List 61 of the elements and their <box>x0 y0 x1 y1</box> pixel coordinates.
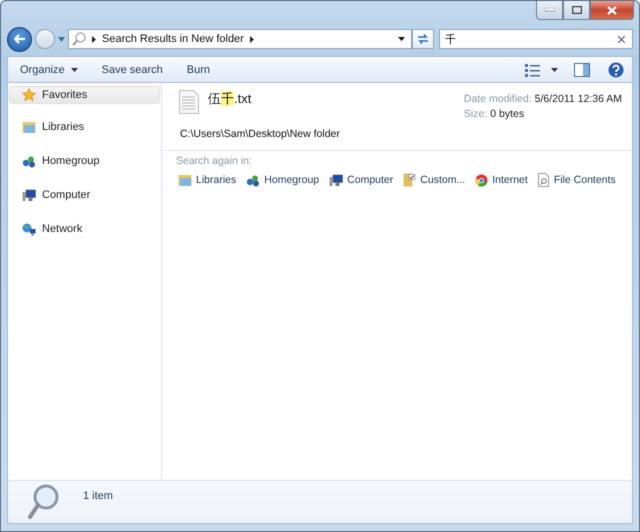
file-name[interactable]: 伍千.txt <box>208 90 455 108</box>
search-icon <box>72 32 86 46</box>
address-bar[interactable]: Search Results in New folder <box>68 29 412 49</box>
toolbar-button[interactable]: Save search <box>96 60 169 78</box>
network-icon <box>22 222 36 236</box>
sidebar-item[interactable]: Homegroup <box>9 152 160 170</box>
maximize-button[interactable] <box>563 1 590 20</box>
sidebar-item[interactable]: Computer <box>9 186 160 204</box>
search-field[interactable]: 千 <box>439 29 633 49</box>
file-path: C:\Users\Sam\Desktop\New folder <box>180 128 341 140</box>
folder-check-icon <box>403 173 416 187</box>
close-button[interactable] <box>590 1 634 20</box>
chevron-icon <box>250 36 254 42</box>
search-location-link[interactable]: Libraries <box>176 173 240 187</box>
computer-icon <box>329 174 344 186</box>
computer-icon <box>22 188 36 202</box>
minimize-button[interactable] <box>536 1 563 20</box>
date-modified-value: 5/6/2011 12:36 AM <box>534 93 622 105</box>
homegroup-icon <box>246 174 260 186</box>
back-button[interactable] <box>7 26 32 52</box>
item-count: 1 item <box>83 490 113 502</box>
preview-pane-button[interactable] <box>572 60 592 78</box>
toolbar-button[interactable]: Organize <box>14 60 84 78</box>
size-label: Size: <box>464 108 488 120</box>
help-button[interactable] <box>606 60 626 80</box>
refresh-button[interactable] <box>412 29 434 49</box>
search-location-link[interactable]: Computer <box>327 173 398 187</box>
caret-icon[interactable] <box>551 68 558 72</box>
history-dropdown-icon[interactable] <box>58 36 65 42</box>
close-icon[interactable] <box>618 36 625 42</box>
caret-icon <box>70 68 78 72</box>
breadcrumb[interactable]: Search Results in New folder <box>102 33 244 45</box>
magnifier-icon <box>27 483 61 521</box>
toolbar-button[interactable]: Burn <box>180 60 216 78</box>
search-location-link[interactable]: Homegroup <box>244 173 324 187</box>
refresh-icon <box>416 33 430 45</box>
maximize-icon <box>572 6 582 14</box>
help-icon <box>608 62 624 78</box>
sidebar-item[interactable]: Favorites <box>9 86 160 104</box>
star-icon <box>22 88 36 102</box>
back-arrow-icon <box>14 34 26 44</box>
browser-icon <box>475 174 488 186</box>
search-again-heading: Search again in: <box>176 155 253 167</box>
search-location-link[interactable]: File Contents <box>536 173 620 187</box>
minimize-icon <box>544 8 554 12</box>
chevron-icon <box>92 36 96 42</box>
sidebar-item[interactable]: Libraries <box>9 118 160 136</box>
list-view-icon <box>525 62 541 76</box>
size-value: 0 bytes <box>490 108 524 120</box>
sidebar-item[interactable]: Network <box>9 220 160 238</box>
dropdown-icon[interactable] <box>398 37 405 41</box>
date-modified-label: Date modified: <box>464 93 532 105</box>
search-location-link[interactable]: Custom... <box>401 173 470 187</box>
homegroup-icon <box>22 154 36 168</box>
text-file-icon <box>179 90 199 114</box>
close-icon <box>607 6 617 14</box>
folder-icon <box>178 174 192 186</box>
search-location-link[interactable]: Internet <box>473 173 532 187</box>
file-search-icon <box>538 173 550 187</box>
folder-icon <box>22 120 36 134</box>
preview-pane-icon <box>574 62 590 76</box>
